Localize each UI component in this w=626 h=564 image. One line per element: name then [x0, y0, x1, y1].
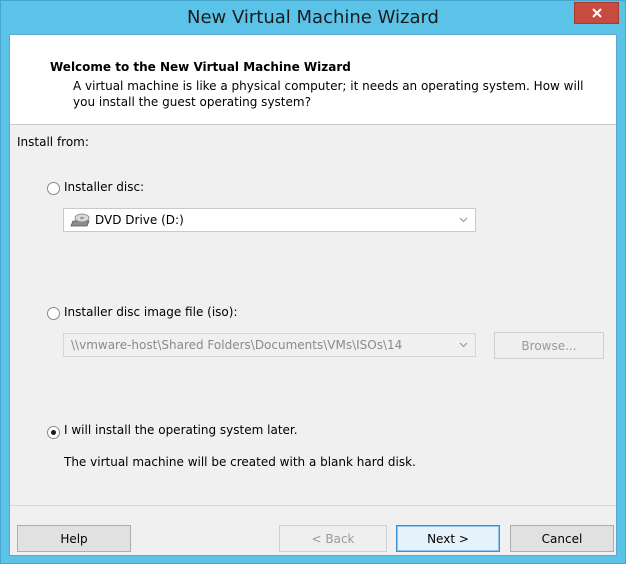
close-icon: [591, 8, 602, 18]
iso-path-value: \\vmware-host\Shared Folders\Documents\V…: [71, 338, 403, 352]
footer-divider: [10, 505, 616, 506]
dvd-drive-select[interactable]: DVD Drive (D:): [63, 208, 476, 232]
title-bar[interactable]: New Virtual Machine Wizard: [1, 1, 625, 34]
dvd-drive-value: DVD Drive (D:): [95, 213, 184, 227]
chevron-down-icon: [459, 217, 468, 223]
install-later-label[interactable]: I will install the operating system late…: [64, 423, 298, 437]
install-later-radio[interactable]: [47, 426, 60, 439]
window-title: New Virtual Machine Wizard: [187, 7, 439, 28]
install-from-label: Install from:: [17, 135, 89, 149]
next-button[interactable]: Next >: [396, 525, 500, 552]
wizard-body: Welcome to the New Virtual Machine Wizar…: [9, 34, 617, 556]
installer-disc-label[interactable]: Installer disc:: [64, 180, 144, 194]
cancel-button[interactable]: Cancel: [510, 525, 614, 552]
back-button[interactable]: < Back: [279, 525, 387, 552]
install-later-note: The virtual machine will be created with…: [64, 455, 416, 469]
close-button[interactable]: [574, 2, 619, 24]
iso-image-radio[interactable]: [47, 307, 60, 320]
wizard-window: New Virtual Machine Wizard Welcome to th…: [0, 0, 626, 564]
wizard-header: Welcome to the New Virtual Machine Wizar…: [10, 35, 616, 125]
help-button[interactable]: Help: [17, 525, 131, 552]
header-description: A virtual machine is like a physical com…: [73, 79, 584, 109]
dvd-drive-icon: [70, 213, 90, 227]
installer-disc-radio[interactable]: [47, 182, 60, 195]
iso-image-label[interactable]: Installer disc image file (iso):: [64, 305, 237, 319]
chevron-down-icon: [459, 342, 468, 348]
browse-button[interactable]: Browse...: [494, 332, 604, 359]
header-title: Welcome to the New Virtual Machine Wizar…: [50, 60, 351, 74]
iso-path-select[interactable]: \\vmware-host\Shared Folders\Documents\V…: [63, 333, 476, 357]
